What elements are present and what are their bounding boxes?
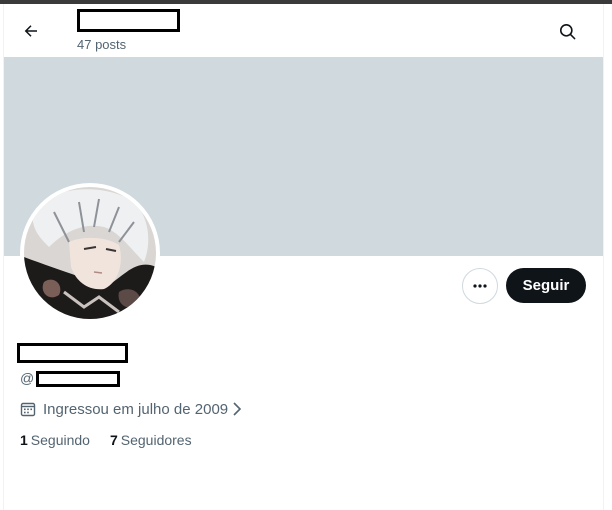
following-label: Seguindo xyxy=(30,432,90,448)
followers-label: Seguidores xyxy=(120,432,192,448)
handle-at-sign: @ xyxy=(20,370,35,386)
chevron-right-icon xyxy=(232,402,242,416)
following-count: 1 xyxy=(20,432,28,448)
more-dots-icon xyxy=(472,278,488,294)
follow-stats: 1 Seguindo 7 Seguidores xyxy=(20,432,192,448)
more-options-button[interactable] xyxy=(462,268,498,304)
followers-count: 7 xyxy=(109,432,118,448)
join-date-row[interactable]: Ingressou em julho de 2009 xyxy=(20,400,242,418)
avatar-image xyxy=(24,187,156,319)
redaction-box xyxy=(77,9,180,32)
redaction-box xyxy=(36,371,120,387)
window-top-strip xyxy=(0,0,612,4)
post-count: 47 posts xyxy=(77,37,127,52)
redaction-box xyxy=(17,343,128,363)
column-border-right xyxy=(603,4,604,510)
search-button[interactable] xyxy=(550,14,584,48)
followers-link[interactable]: 7 Seguidores xyxy=(110,432,192,448)
follow-button[interactable]: Seguir xyxy=(506,268,586,303)
join-date-text: Ingressou em julho de 2009 xyxy=(43,400,229,418)
back-button[interactable] xyxy=(14,14,48,48)
following-link[interactable]: 1 Seguindo xyxy=(20,432,90,448)
search-icon xyxy=(558,22,577,41)
calendar-icon xyxy=(20,401,36,417)
avatar[interactable] xyxy=(20,183,160,323)
arrow-left-icon xyxy=(22,22,40,40)
